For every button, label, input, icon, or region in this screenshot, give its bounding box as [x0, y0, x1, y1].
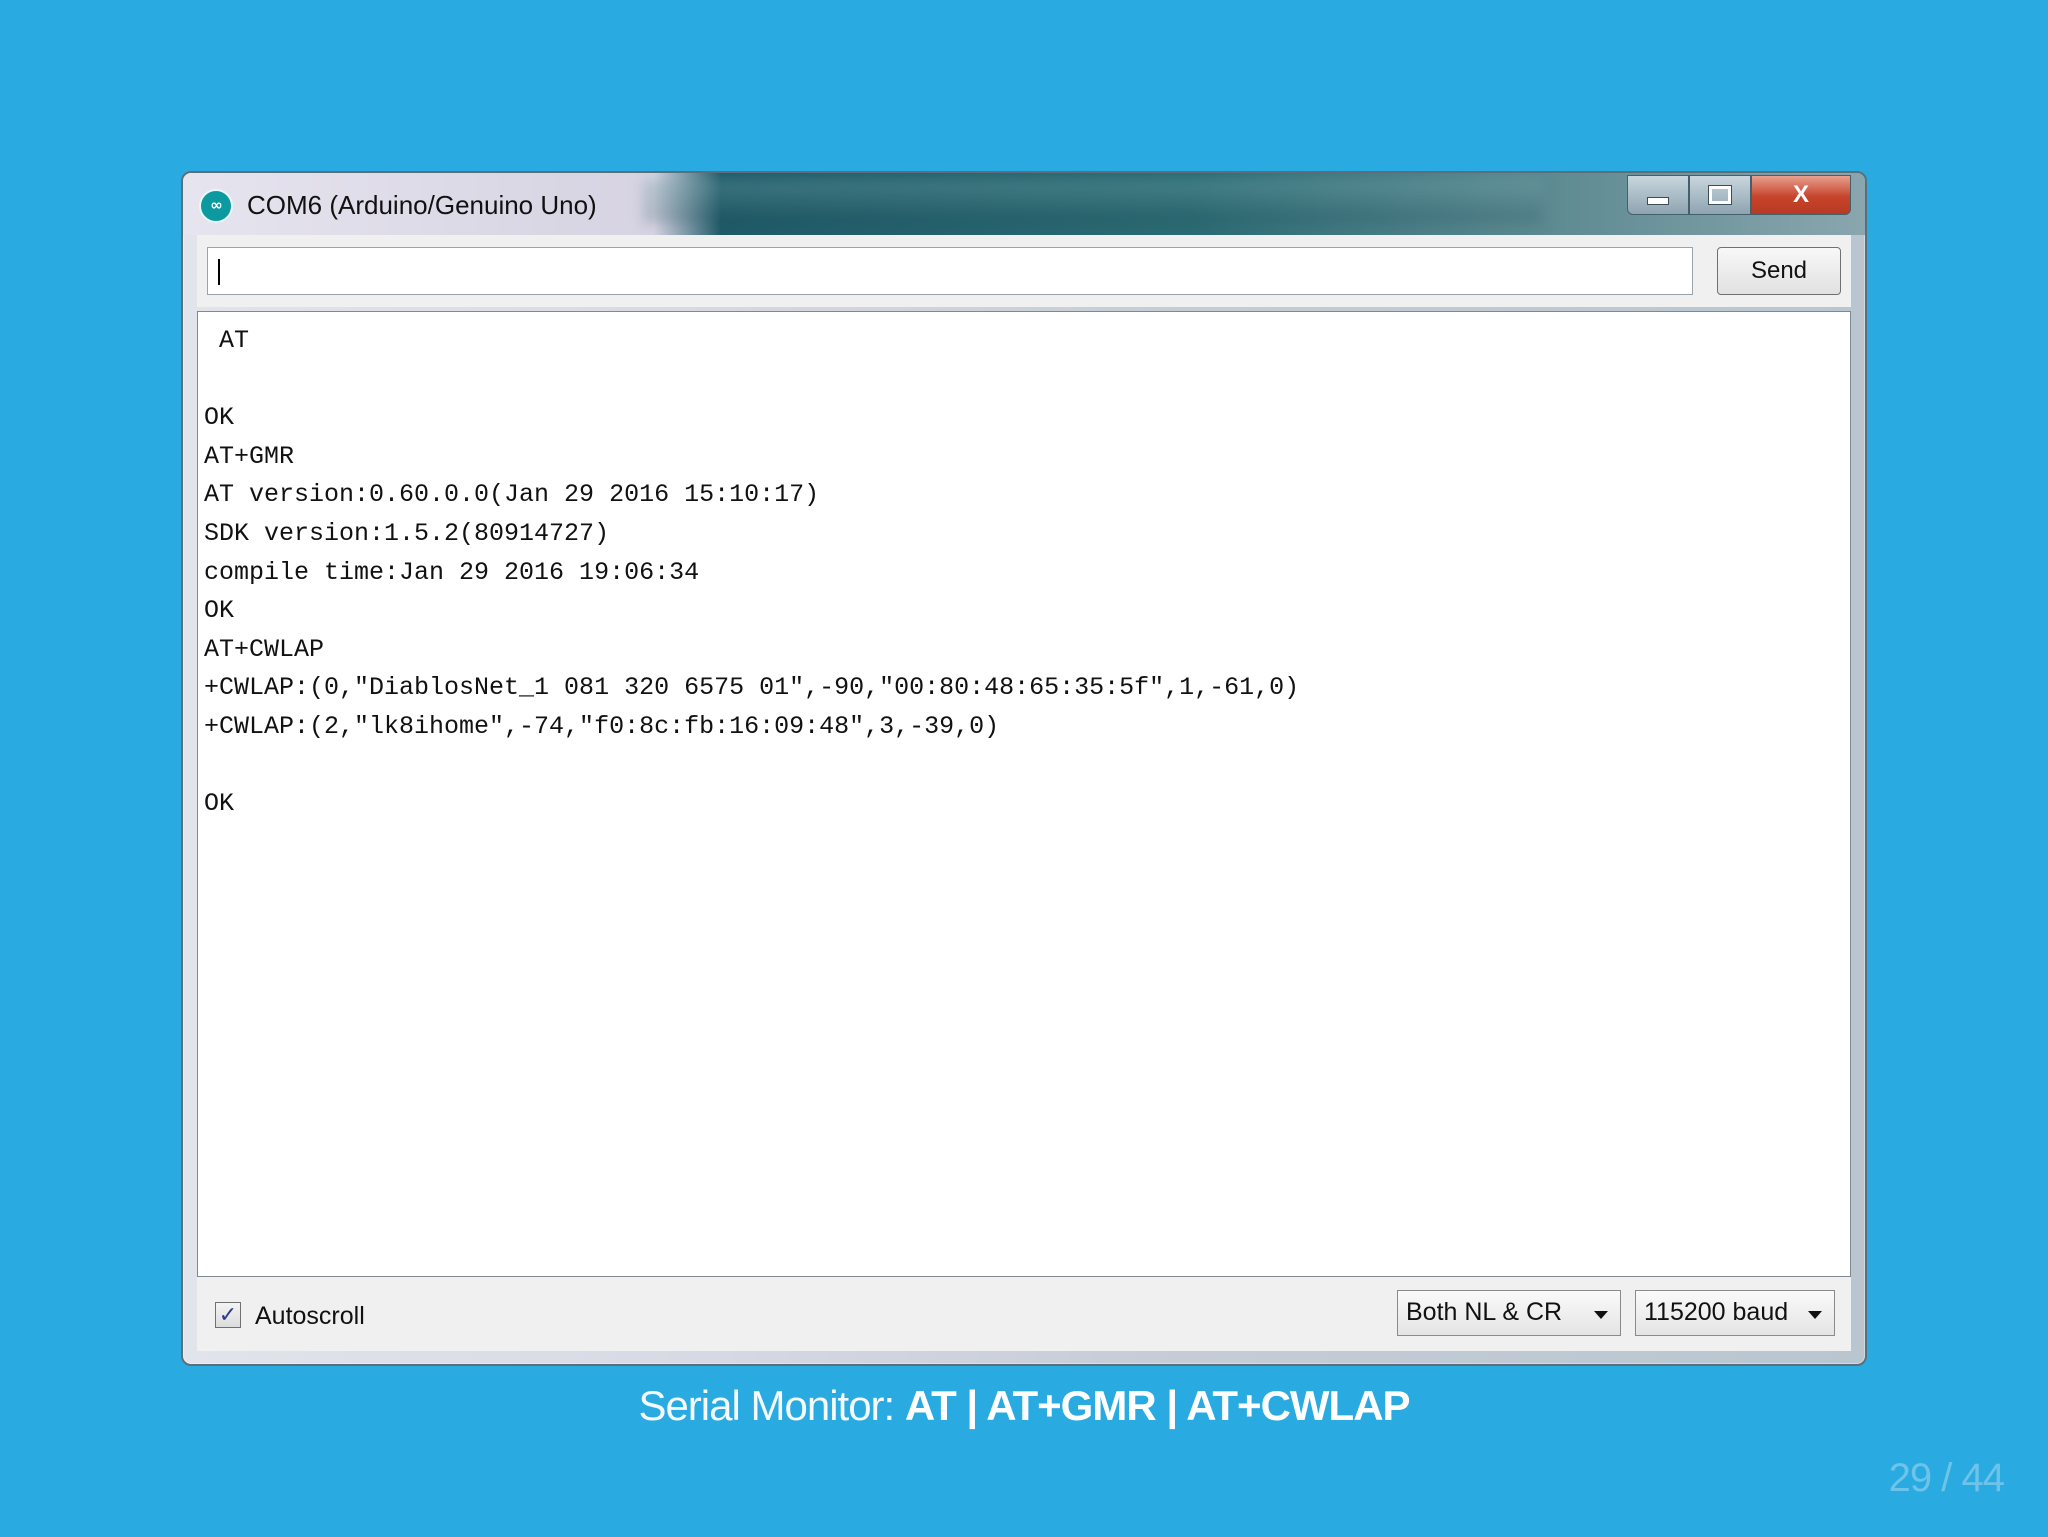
output-line: OK: [204, 596, 235, 626]
status-bar: ✓ Autoscroll Both NL & CR 115200 baud: [197, 1277, 1851, 1351]
chevron-down-icon: [1808, 1311, 1822, 1319]
baud-rate-value: 115200 baud: [1644, 1298, 1789, 1326]
autoscroll-label: Autoscroll: [255, 1302, 365, 1330]
autoscroll-checkbox[interactable]: ✓: [215, 1302, 241, 1328]
arduino-infinity-icon: ∞: [199, 189, 233, 223]
minimize-icon: [1647, 197, 1669, 205]
title-bar[interactable]: ∞ COM6 (Arduino/Genuino Uno) X: [183, 173, 1865, 235]
close-button[interactable]: X: [1751, 175, 1851, 215]
check-icon: ✓: [218, 1302, 238, 1327]
maximize-button[interactable]: [1689, 175, 1751, 215]
output-line: compile time:Jan 29 2016 19:06:34: [204, 557, 700, 587]
output-line: +CWLAP:(0,"DiablosNet_1 081 320 6575 01"…: [204, 673, 1300, 703]
output-line: OK: [204, 403, 235, 433]
text-caret: [218, 259, 220, 285]
close-icon: X: [1792, 181, 1809, 208]
baud-rate-select[interactable]: 115200 baud: [1635, 1290, 1835, 1336]
caption-commands: AT | AT+GMR | AT+CWLAP: [904, 1382, 1411, 1429]
output-line: AT+CWLAP: [204, 634, 325, 664]
serial-monitor-window: ∞ COM6 (Arduino/Genuino Uno) X Send AT OK…: [181, 171, 1867, 1366]
line-ending-select[interactable]: Both NL & CR: [1397, 1290, 1621, 1336]
chevron-down-icon: [1594, 1311, 1608, 1319]
line-ending-value: Both NL & CR: [1406, 1298, 1563, 1326]
output-line: AT version:0.60.0.0(Jan 29 2016 15:10:17…: [204, 480, 820, 510]
serial-output[interactable]: AT OK AT+GMR AT version:0.60.0.0(Jan 29 201…: [197, 311, 1851, 1277]
minimize-button[interactable]: [1627, 175, 1689, 215]
send-row: Send: [197, 235, 1851, 307]
caption-prefix: Serial Monitor:: [638, 1382, 905, 1429]
slide-caption: Serial Monitor: AT | AT+GMR | AT+CWLAP: [0, 1382, 2048, 1430]
serial-input[interactable]: [207, 247, 1693, 295]
output-line: OK: [204, 789, 235, 819]
output-line: AT+GMR: [204, 441, 295, 471]
send-button[interactable]: Send: [1717, 247, 1841, 295]
output-line: +CWLAP:(2,"lk8ihome",-74,"f0:8c:fb:16:09…: [204, 711, 1000, 741]
output-line: SDK version:1.5.2(80914727): [204, 518, 610, 548]
maximize-icon: [1708, 185, 1732, 205]
output-line: AT: [204, 326, 250, 355]
title-bar-glare: [643, 179, 1543, 223]
window-controls: X: [1627, 175, 1851, 215]
window-title: COM6 (Arduino/Genuino Uno): [247, 190, 597, 220]
slide-page-number: 29 / 44: [1888, 1456, 2005, 1500]
